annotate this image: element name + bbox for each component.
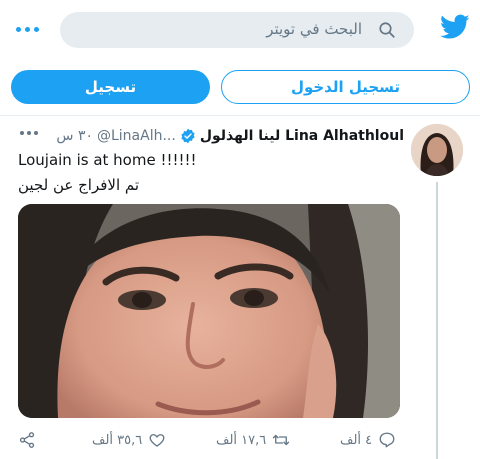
search-placeholder: البحث في تويتر: [266, 20, 362, 38]
retweet-count: ١٧,٦ ألف: [216, 432, 267, 448]
signup-button[interactable]: تسجيل: [11, 70, 210, 104]
reply-icon: [379, 432, 395, 448]
share-button[interactable]: [18, 428, 36, 452]
search-icon: [379, 22, 395, 38]
like-count: ٣٥,٦ ألف: [92, 432, 143, 448]
display-name[interactable]: لينا الهذلول Lina Alhathloul: [200, 128, 404, 144]
top-bar: البحث في تويتر: [0, 0, 480, 60]
heart-icon: [149, 434, 165, 447]
retweet-button[interactable]: ١٧,٦ ألف: [216, 428, 290, 452]
avatar[interactable]: [411, 124, 463, 176]
tweet-text-line: تم الافراج عن لجين: [18, 176, 140, 194]
tweet-photo[interactable]: [18, 204, 400, 418]
tweet-header: لينا الهذلول Lina Alhathloul @LinaAlh...…: [56, 126, 404, 146]
more-options-icon[interactable]: [16, 20, 42, 38]
tweet-time[interactable]: ٣٠ س: [56, 128, 93, 144]
verified-badge-icon: [181, 128, 195, 144]
user-handle[interactable]: @LinaAlh...: [97, 128, 176, 144]
reply-button[interactable]: ٤ ألف: [340, 428, 396, 452]
photo-image: [18, 204, 400, 418]
share-icon: [19, 432, 35, 448]
tweet-actions: ٤ ألف ١٧,٦ ألف ٣٥,٦ ألف: [0, 428, 480, 452]
reply-count: ٤ ألف: [340, 432, 373, 448]
twitter-bird-icon[interactable]: [440, 14, 470, 40]
login-button[interactable]: تسجيل الدخول: [221, 70, 470, 104]
divider: [0, 115, 480, 116]
retweet-icon: [273, 434, 290, 446]
avatar-image: [411, 124, 463, 176]
tweet-more-icon[interactable]: [20, 131, 38, 135]
tweet-text-line: Loujain is at home !!!!!!: [18, 151, 197, 169]
thread-line: [436, 182, 438, 459]
like-button[interactable]: ٣٥,٦ ألف: [92, 428, 166, 452]
search-input[interactable]: البحث في تويتر: [60, 12, 414, 48]
